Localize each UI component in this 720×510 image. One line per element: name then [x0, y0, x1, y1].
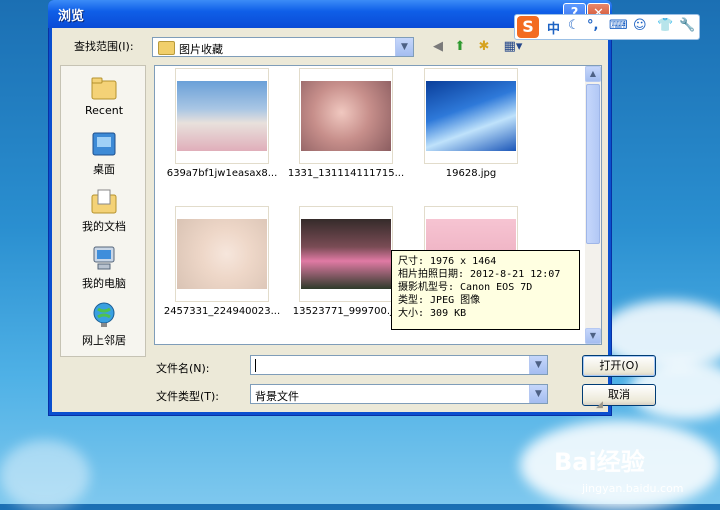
photo-thumbnail	[426, 81, 516, 151]
back-icon[interactable]: ◀	[429, 38, 447, 56]
browse-dialog: 浏览 ? ✕ 查找范围(I): 图片收藏 ▼ ◀ ⬆ ✱ ▦▾ Recent	[48, 0, 656, 416]
network-icon	[89, 300, 119, 330]
folder-icon	[158, 41, 175, 55]
file-name: 19628.jpg	[445, 168, 497, 179]
chevron-down-icon[interactable]: ▼	[529, 385, 547, 403]
wrench-icon[interactable]: 🔧	[679, 18, 695, 33]
open-button[interactable]: 打开(O)	[582, 355, 656, 377]
scrollbar-thumb[interactable]	[586, 84, 600, 244]
tooltip-dimensions: 尺寸: 1976 x 1464	[398, 256, 497, 267]
text-caret	[255, 359, 256, 372]
new-folder-icon[interactable]: ✱	[475, 38, 493, 56]
my-documents-icon	[89, 186, 119, 216]
place-label: 桌面	[93, 163, 115, 176]
filetype-dropdown[interactable]: 背景文件 ▼	[250, 384, 548, 404]
moon-icon[interactable]: ☾	[568, 18, 580, 33]
my-computer-icon	[89, 243, 119, 273]
tooltip-size: 大小: 309 KB	[398, 308, 467, 319]
window-title: 浏览	[58, 9, 85, 24]
file-thumbnail[interactable]: 1331_131114111715...	[287, 68, 405, 179]
photo-thumbnail	[177, 219, 267, 289]
scroll-up-icon[interactable]: ▲	[585, 66, 601, 82]
place-label: 网上邻居	[82, 334, 126, 347]
thumbnail-frame	[175, 68, 269, 164]
thumbnail-frame	[299, 206, 393, 302]
place-label: 我的电脑	[82, 277, 126, 290]
cloud	[0, 440, 90, 510]
photo-thumbnail	[177, 81, 267, 151]
vertical-scrollbar[interactable]: ▲ ▼	[585, 66, 601, 344]
look-in-label: 查找范围(I):	[74, 40, 134, 53]
file-thumbnail[interactable]: 2457331_224940023...	[163, 206, 281, 317]
ime-toolbar: S 中 ☾ °, ⌨ ☺ 👕 🔧	[514, 14, 700, 40]
file-name: 2457331_224940023...	[163, 306, 281, 317]
file-thumbnail[interactable]: 13523771_999700.jp	[287, 206, 405, 317]
photo-thumbnail	[301, 81, 391, 151]
desktop-icon	[89, 129, 119, 159]
dialog-body: 查找范围(I): 图片收藏 ▼ ◀ ⬆ ✱ ▦▾ Recent 桌面 我的文档 …	[52, 28, 656, 412]
shirt-icon[interactable]: 👕	[657, 18, 673, 33]
place-network[interactable]: 网上邻居	[61, 300, 147, 348]
look-in-dropdown[interactable]: 图片收藏 ▼	[152, 37, 414, 57]
baidu-jingyan-logo: Bai经验	[554, 448, 645, 476]
place-recent[interactable]: Recent	[61, 72, 147, 117]
filetype-value: 背景文件	[255, 390, 299, 403]
ime-mode-toggle[interactable]: 中	[547, 18, 560, 37]
file-name: 639a7bf1jw1easax8...	[166, 168, 278, 179]
file-name: 13523771_999700.jp	[292, 306, 400, 317]
cancel-button[interactable]: 取消	[582, 384, 656, 406]
file-info-tooltip: 尺寸: 1976 x 1464 相片拍照日期: 2012-8-21 12:07 …	[391, 250, 580, 330]
resize-grip-icon[interactable]: ◢	[596, 400, 606, 410]
file-thumbnail[interactable]: 19628.jpg	[412, 68, 530, 179]
file-thumbnail[interactable]: 639a7bf1jw1easax8...	[163, 68, 281, 179]
tooltip-type: 类型: JPEG 图像	[398, 295, 481, 306]
filename-input[interactable]: ▼	[250, 355, 548, 375]
scroll-down-icon[interactable]: ▼	[585, 328, 601, 344]
photo-thumbnail	[301, 219, 391, 289]
keyboard-icon[interactable]: ⌨	[609, 18, 628, 33]
chevron-down-icon[interactable]: ▼	[395, 38, 413, 56]
views-menu-icon[interactable]: ▦▾	[501, 38, 525, 56]
thumbnail-frame	[299, 68, 393, 164]
look-in-value: 图片收藏	[179, 43, 223, 56]
place-label: Recent	[84, 104, 124, 117]
ime-logo[interactable]: S	[517, 16, 539, 38]
filetype-label: 文件类型(T):	[156, 390, 220, 403]
tooltip-camera: 摄影机型号: Canon EOS 7D	[398, 282, 533, 293]
filename-label: 文件名(N):	[156, 362, 210, 375]
place-desktop[interactable]: 桌面	[61, 129, 147, 177]
user-icon[interactable]: ☺	[633, 18, 647, 33]
place-my-computer[interactable]: 我的电脑	[61, 243, 147, 291]
recent-folder-icon	[89, 72, 119, 102]
thumbnail-frame	[175, 206, 269, 302]
place-label: 我的文档	[82, 220, 126, 233]
up-folder-icon[interactable]: ⬆	[451, 38, 469, 56]
punctuation-icon[interactable]: °,	[587, 18, 598, 33]
file-name: 1331_131114111715...	[287, 168, 405, 179]
chevron-down-icon[interactable]: ▼	[529, 356, 547, 374]
place-my-documents[interactable]: 我的文档	[61, 186, 147, 234]
places-bar: Recent 桌面 我的文档 我的电脑 网上邻居	[60, 65, 146, 357]
thumbnail-frame	[424, 68, 518, 164]
watermark-url: jingyan.baidu.com	[582, 482, 684, 495]
tooltip-date: 相片拍照日期: 2012-8-21 12:07	[398, 269, 561, 280]
